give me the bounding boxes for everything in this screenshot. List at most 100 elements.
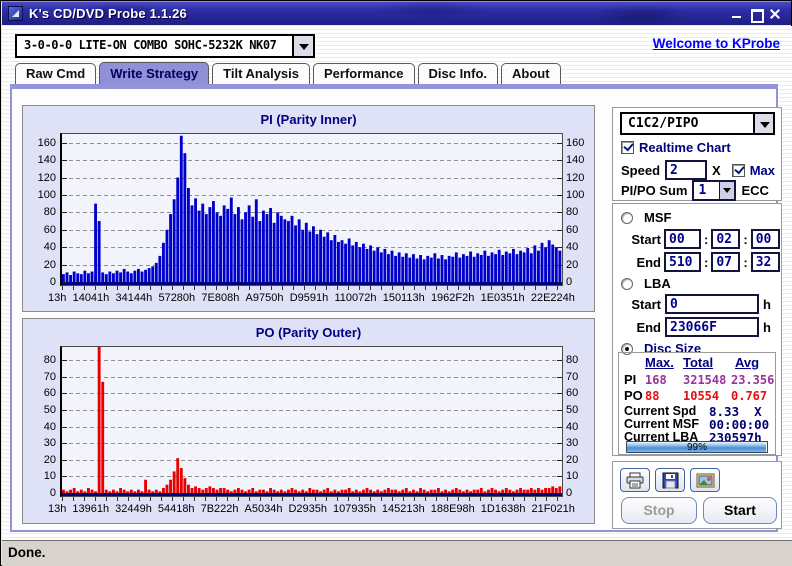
current-msf-label: Current MSF bbox=[624, 417, 699, 431]
pi-avg: 23.356 bbox=[731, 373, 775, 387]
stats-box: Max. Total Avg PI 168 321548 23.356 PO 8… bbox=[618, 352, 776, 455]
x-tick-label: 1E0351h bbox=[480, 292, 525, 304]
msf-start-sec[interactable]: 02 bbox=[711, 229, 741, 249]
x-tick-label: 110072h bbox=[334, 292, 377, 304]
print-button[interactable] bbox=[620, 468, 650, 492]
x-tick-label: 32449h bbox=[115, 503, 152, 515]
mode-select[interactable]: C1C2/PIPO bbox=[620, 112, 775, 135]
welcome-link[interactable]: Welcome to KProbe bbox=[653, 36, 780, 51]
y-tick-label: 140 bbox=[37, 154, 56, 167]
drive-select[interactable]: 3-0-0-0 LITE-ON COMBO SOHC-5232K NK07 bbox=[15, 34, 315, 58]
pi-row-label: PI bbox=[624, 372, 637, 387]
chart-canvas bbox=[62, 135, 562, 285]
msf-label: MSF bbox=[644, 210, 672, 225]
y-tick-label: 40 bbox=[566, 241, 579, 254]
stats-header-avg: Avg bbox=[735, 355, 760, 370]
stats-header-max: Max. bbox=[645, 355, 674, 370]
y-tick-label: 60 bbox=[43, 387, 56, 400]
x-axis-ticks bbox=[62, 286, 562, 290]
tab-about[interactable]: About bbox=[501, 63, 561, 84]
export-image-button[interactable] bbox=[690, 468, 720, 492]
x-tick-label: 150113h bbox=[382, 292, 425, 304]
y-tick-label: 20 bbox=[566, 258, 579, 271]
msf-start-min[interactable]: 00 bbox=[664, 229, 701, 249]
minimize-icon[interactable] bbox=[730, 7, 745, 21]
mode-group: C1C2/PIPO Realtime Chart Speed 2 X Max P… bbox=[612, 107, 782, 201]
pi-max: 168 bbox=[645, 373, 667, 387]
lba-end-input[interactable]: 23066F bbox=[665, 317, 759, 337]
chevron-down-icon[interactable] bbox=[719, 182, 735, 199]
y-tick-label: 60 bbox=[43, 223, 56, 236]
chevron-down-icon[interactable] bbox=[292, 36, 313, 56]
lba-radio[interactable] bbox=[621, 277, 633, 290]
x-tick-label: 7B222h bbox=[200, 503, 239, 515]
lba-end-unit: h bbox=[763, 319, 771, 335]
action-group: Stop Start bbox=[612, 461, 782, 529]
po-row-label: PO bbox=[624, 388, 643, 403]
y-tick-label: 160 bbox=[566, 136, 585, 149]
close-icon[interactable] bbox=[768, 7, 783, 21]
speed-label: Speed bbox=[621, 162, 661, 178]
realtime-chart-checkbox[interactable] bbox=[621, 141, 634, 154]
progress-bar: 99% bbox=[626, 441, 768, 453]
status-text: Done. bbox=[8, 545, 46, 560]
y-tick-label: 30 bbox=[566, 437, 579, 450]
x-tick-label: A5034h bbox=[244, 503, 283, 515]
x-tick-label: 145213h bbox=[381, 503, 425, 515]
pi-total: 321548 bbox=[683, 373, 727, 387]
max-speed-label: Max bbox=[749, 162, 775, 178]
pi-plot bbox=[60, 133, 563, 286]
start-button[interactable]: Start bbox=[703, 497, 777, 524]
y-tick-label: 0 bbox=[49, 276, 56, 288]
save-icon bbox=[662, 472, 678, 488]
tab-raw-cmd[interactable]: Raw Cmd bbox=[15, 63, 97, 84]
y-tick-label: 140 bbox=[566, 154, 585, 167]
realtime-chart-label: Realtime Chart bbox=[639, 140, 731, 155]
y-tick-label: 80 bbox=[566, 354, 579, 367]
x-axis-labels: 13h 14041h 34144h 57280h 7E808h A9750h D9591h 1… bbox=[48, 292, 575, 304]
save-button[interactable] bbox=[655, 468, 685, 492]
tab-performance[interactable]: Performance bbox=[313, 63, 415, 84]
x-tick-label: 54418h bbox=[157, 503, 195, 515]
y-tick-label: 20 bbox=[43, 258, 56, 271]
x-tick-label: 7E808h bbox=[201, 292, 240, 304]
tab-tilt-analysis[interactable]: Tilt Analysis bbox=[212, 63, 311, 84]
chart-canvas bbox=[62, 347, 562, 496]
y-tick-label: 80 bbox=[43, 206, 56, 219]
lba-start-input[interactable]: 0 bbox=[665, 294, 759, 314]
colon: : bbox=[704, 254, 709, 270]
x-tick-label: 13961h bbox=[72, 503, 110, 515]
speed-unit: X bbox=[712, 162, 721, 178]
max-speed-checkbox[interactable] bbox=[731, 163, 745, 177]
msf-end-sec[interactable]: 07 bbox=[711, 252, 741, 272]
chevron-down-icon[interactable] bbox=[753, 114, 773, 133]
msf-radio[interactable] bbox=[621, 211, 633, 224]
msf-end-frame[interactable]: 32 bbox=[750, 252, 780, 272]
y-tick-label: 80 bbox=[566, 206, 579, 219]
maximize-icon[interactable] bbox=[749, 7, 764, 23]
tab-write-strategy[interactable]: Write Strategy bbox=[99, 62, 210, 84]
progress-bar-text: 99% bbox=[686, 442, 707, 453]
pipo-sum-value: 1 bbox=[698, 183, 707, 198]
colon: : bbox=[743, 231, 748, 247]
y-tick-label: 0 bbox=[566, 487, 573, 499]
po-chart-panel: PO (Parity Outer) 0 0 10 10 20 20 30 30 40 40 50 50… bbox=[22, 318, 595, 524]
pipo-sum-select[interactable]: 1 bbox=[692, 180, 737, 201]
msf-end-min[interactable]: 510 bbox=[664, 252, 701, 272]
x-tick-label: 13h bbox=[48, 503, 67, 515]
y-tick-label: 120 bbox=[566, 171, 585, 184]
x-tick-label: D2935h bbox=[288, 503, 328, 515]
msf-start-frame[interactable]: 00 bbox=[750, 229, 780, 249]
y-tick-label: 20 bbox=[566, 453, 579, 466]
pi-chart-panel: PI (Parity Inner) 0 0 20 20 40 40 60 60 80 80 100 1… bbox=[22, 105, 595, 312]
speed-input[interactable]: 2 bbox=[665, 160, 708, 180]
y-tick-label: 50 bbox=[566, 404, 579, 417]
x-tick-label: 107935h bbox=[333, 503, 376, 515]
mode-select-value: C1C2/PIPO bbox=[628, 116, 699, 131]
app-icon bbox=[8, 6, 23, 21]
po-avg: 0.767 bbox=[731, 389, 768, 403]
y-tick-label: 120 bbox=[37, 171, 56, 184]
tab-disc-info[interactable]: Disc Info. bbox=[417, 63, 499, 84]
y-tick-label: 0 bbox=[49, 487, 56, 499]
stop-button[interactable]: Stop bbox=[621, 497, 697, 524]
